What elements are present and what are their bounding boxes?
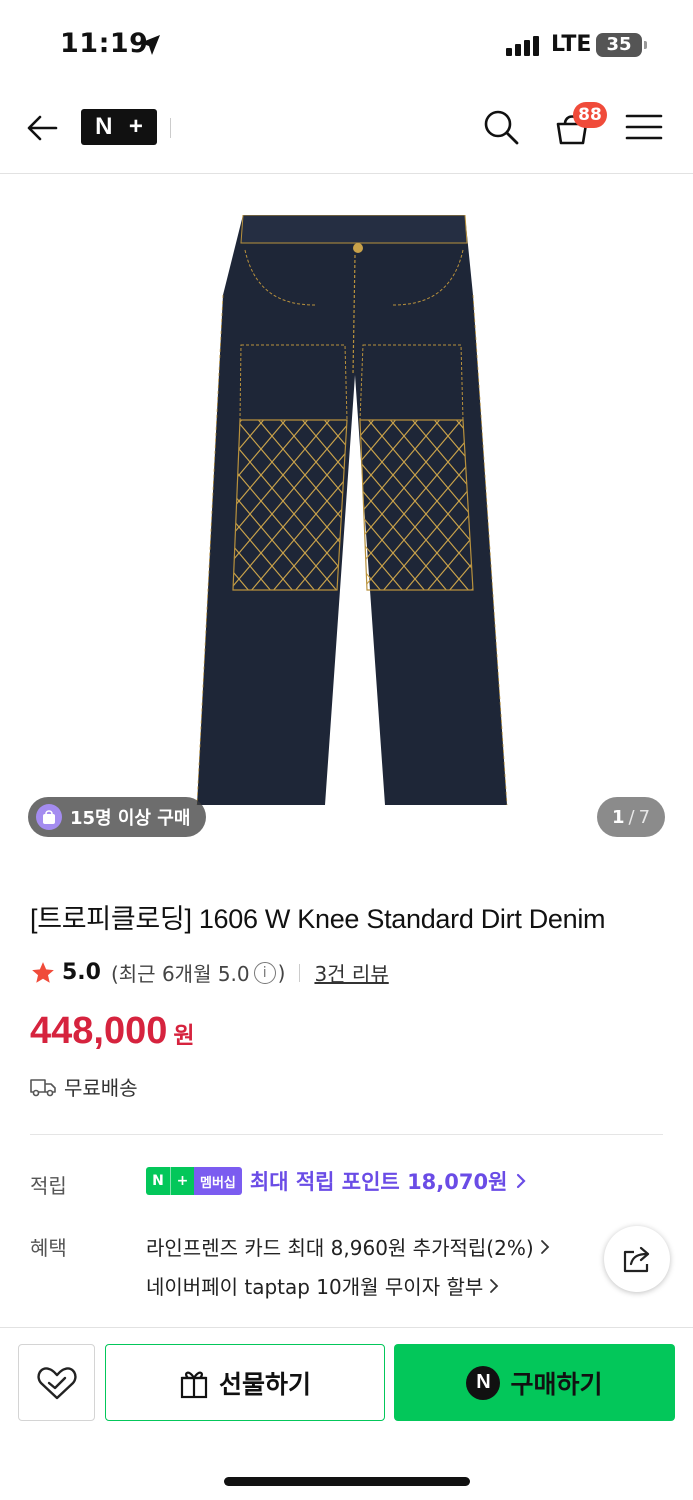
price: 448,000 원 <box>30 1010 195 1053</box>
price-amount: 448,000 <box>30 1010 168 1052</box>
rating-divider <box>299 963 301 982</box>
points-row[interactable]: N + 멤버십 최대 적립 포인트 18,070원 <box>146 1166 527 1196</box>
benefits-label: 혜택 <box>30 1236 67 1260</box>
buyers-count-text: 15명 이상 구매 <box>70 808 191 829</box>
back-arrow-icon[interactable] <box>24 110 60 146</box>
top-nav-bar: N + 88 <box>0 90 693 174</box>
shopping-bag-icon <box>36 804 62 830</box>
buy-button[interactable]: N 구매하기 <box>394 1344 675 1421</box>
product-image-denim-pants <box>196 215 508 806</box>
benefit-installment-text: 네이버페이 taptap 10개월 무이자 할부 <box>146 1275 484 1299</box>
status-time: 11:19 <box>60 28 149 59</box>
benefit-installment[interactable]: 네이버페이 taptap 10개월 무이자 할부 <box>146 1271 499 1300</box>
header-divider <box>170 118 171 138</box>
gift-button[interactable]: 선물하기 <box>105 1344 385 1421</box>
product-image-gallery[interactable] <box>0 175 693 850</box>
star-icon <box>32 961 54 983</box>
naver-pay-n-icon: N <box>466 1365 501 1400</box>
logo-plus: + <box>128 113 143 140</box>
status-bar: 11:19 LTE 35 <box>0 0 693 90</box>
points-label: 적립 <box>30 1174 67 1198</box>
wishlist-button[interactable] <box>18 1344 95 1421</box>
page-current: 1 <box>611 806 625 828</box>
badge-plus: + <box>170 1167 194 1195</box>
share-icon <box>623 1246 650 1273</box>
product-title: [트로피클로딩] 1606 W Knee Standard Dirt Denim <box>30 904 606 934</box>
badge-membership: 멤버십 <box>194 1167 242 1195</box>
naver-plus-membership-badge: N + 멤버십 <box>146 1167 242 1195</box>
rating-row: 5.0 (최근 6개월 5.0 i ) 3건 리뷰 <box>30 958 389 987</box>
home-indicator[interactable] <box>224 1477 470 1486</box>
network-type: LTE <box>551 32 592 57</box>
rating-recent-prefix: (최근 6개월 5.0 <box>110 962 250 986</box>
benefit-card-reward[interactable]: 라인프렌즈 카드 최대 8,960원 추가적립(2%) <box>146 1232 550 1261</box>
bottom-action-bar: 선물하기 N 구매하기 <box>0 1327 693 1500</box>
chevron-right-icon <box>490 1278 499 1293</box>
benefit-card-text: 라인프렌즈 카드 최대 8,960원 추가적립(2%) <box>146 1236 534 1260</box>
chevron-right-icon <box>540 1239 549 1254</box>
info-icon[interactable]: i <box>253 961 276 984</box>
delivery-truck-icon <box>30 1078 56 1096</box>
shipping-text: 무료배송 <box>64 1076 138 1100</box>
heart-check-icon <box>36 1366 77 1399</box>
rating-recent-suffix: ) <box>277 960 286 985</box>
buy-button-label: 구매하기 <box>510 1369 603 1399</box>
buyers-count-badge: 15명 이상 구매 <box>28 797 207 837</box>
cart-count-badge: 88 <box>573 102 607 128</box>
page-separator: / <box>628 806 635 828</box>
image-page-indicator: 1 / 7 <box>597 797 665 837</box>
review-count-link[interactable]: 3건 리뷰 <box>314 958 388 987</box>
battery-icon: 35 <box>596 33 647 57</box>
section-divider <box>30 1134 663 1135</box>
page-total: 7 <box>638 806 651 828</box>
naver-plus-logo[interactable]: N + <box>81 109 157 145</box>
gift-icon <box>180 1371 208 1398</box>
shipping-info: 무료배송 <box>30 1072 138 1101</box>
chevron-right-icon <box>517 1173 526 1189</box>
location-arrow-icon <box>140 35 160 55</box>
max-points-text: 최대 적립 포인트 18,070원 <box>249 1170 508 1194</box>
price-currency: 원 <box>173 1023 195 1049</box>
logo-n: N <box>95 113 113 140</box>
badge-n: N <box>146 1167 170 1195</box>
gift-button-label: 선물하기 <box>218 1369 311 1399</box>
share-button[interactable] <box>604 1226 670 1292</box>
hamburger-menu-icon[interactable] <box>625 112 663 142</box>
rating-score: 5.0 <box>62 960 101 985</box>
cellular-signal-icon <box>506 36 539 56</box>
search-icon[interactable] <box>482 108 520 146</box>
rating-recent: (최근 6개월 5.0 i ) <box>111 958 285 987</box>
